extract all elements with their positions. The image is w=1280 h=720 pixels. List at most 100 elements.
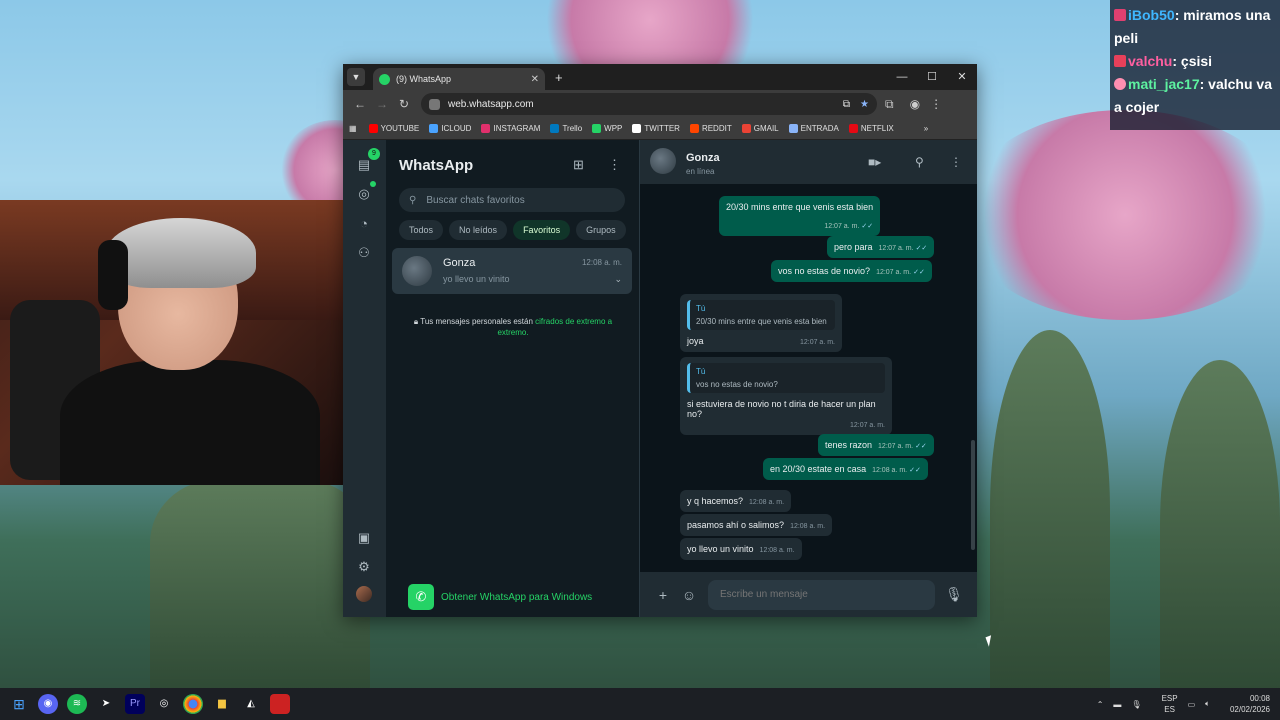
bookmark-icloud[interactable]: ICLOUD [429,124,471,133]
message-text: 20/30 mins entre que venis esta bien [726,202,874,212]
bookmark-youtube[interactable]: YOUTUBE [368,124,419,133]
close-tab-icon[interactable]: ✕ [531,74,539,85]
browser-menu-icon[interactable]: ⋮ [930,97,942,111]
minimize-icon[interactable]: — [887,64,917,90]
extensions-icon[interactable]: ⧉ [885,97,894,112]
url-field[interactable]: web.whatsapp.com ⧉ ★ [421,93,877,115]
attach-plus-icon[interactable]: + [650,587,676,603]
message-time: 12:07 a. m. [849,422,885,429]
tray-chevron-icon[interactable]: ⌃ [1097,700,1104,709]
forward-icon[interactable]: → [371,97,393,111]
message-bubble[interactable]: 20/30 mins entre que venis esta bien 12:… [719,196,881,236]
tab-whatsapp[interactable]: (9) WhatsApp ✕ [373,68,545,90]
chevron-down-icon[interactable]: ⌄ [614,274,622,285]
bookmark-gmail[interactable]: GMAIL [741,124,779,133]
gmail-icon [741,124,751,133]
quote-text: 20/30 mins entre que venis esta bien [696,317,827,326]
chats-icon[interactable]: ▤ [356,157,372,173]
message-bubble[interactable]: y q hacemos? 12:08 a. m. [680,490,792,512]
bookmark-entrada[interactable]: ENTRADA [788,124,839,133]
search-input[interactable]: ⚲ Buscar chats favoritos [399,188,625,212]
app-thumbnail-icon[interactable] [270,694,290,714]
app-icon[interactable]: ◭ [241,694,261,714]
clock[interactable]: 00:08 02/02/2026 [1220,693,1270,715]
microphone-tray-icon[interactable]: 🎙︎ [1131,700,1141,709]
reload-icon[interactable]: ↻ [393,97,415,111]
microphone-icon[interactable]: 🎙︎ [941,586,967,603]
conversation-header[interactable]: Gonza en línea ■▸ ⚲ ⋮ [640,140,977,184]
quoted-message[interactable]: Tú 20/30 mins entre que venis esta bien [687,300,835,330]
chat-list-item[interactable]: Gonza 12:08 a. m. yo llevo un vinito ⌄ [392,248,632,294]
message-bubble[interactable]: Tú vos no estas de novio? si estuviera d… [680,357,892,435]
filter-grupos[interactable]: Grupos [576,220,626,240]
bookmark-trello[interactable]: Trello [550,124,582,133]
volume-icon[interactable]: 🔈︎ [1205,699,1210,709]
clock-time: 00:08 [1249,694,1270,703]
close-window-icon[interactable]: ✕ [947,64,977,90]
status-icon[interactable]: ◎ [356,186,372,202]
app-title: WhatsApp [399,157,474,174]
discord-icon[interactable]: ◉ [38,694,58,714]
profile-icon[interactable]: ◉ [910,97,920,111]
menu-icon[interactable]: ⋮ [608,157,621,173]
new-tab-icon[interactable]: + [555,70,563,85]
apps-grid-icon[interactable]: ▦ [349,124,357,133]
message-time: 12:07 a. m. [878,245,914,252]
message-bubble[interactable]: en 20/30 estate en casa 12:08 a. m. ✓✓ [763,458,928,480]
settings-gear-icon[interactable]: ⚙ [356,559,372,575]
communities-icon[interactable]: ⚇ [356,245,372,261]
maximize-icon[interactable]: ☐ [917,64,947,90]
twitter-icon [632,124,642,133]
message-bubble[interactable]: tenes razon 12:07 a. m. ✓✓ [818,434,934,456]
chrome-icon[interactable] [183,694,203,714]
bookmark-wpp[interactable]: WPP [592,124,622,133]
media-icon[interactable]: ▣ [356,530,372,546]
bookmark-instagram[interactable]: INSTAGRAM [481,124,540,133]
install-app-icon[interactable]: ⧉ [843,99,850,110]
windows-start-icon[interactable]: ⊞ [9,694,29,714]
more-bookmarks-icon[interactable]: » [924,124,928,133]
bookmark-label: Trello [562,124,583,133]
site-info-icon[interactable] [429,98,440,110]
file-explorer-icon[interactable]: ▆ [212,694,232,714]
scrollbar[interactable] [971,440,975,550]
bookmark-twitter[interactable]: TWITTER [632,124,680,133]
channels-icon[interactable]: ◔ [356,216,372,232]
search-icon[interactable]: ⚲ [915,155,924,169]
message-input[interactable] [708,579,935,610]
message-bubble[interactable]: pero para 12:07 a. m. ✓✓ [827,236,935,258]
message-bubble[interactable]: vos no estas de novio? 12:07 a. m. ✓✓ [771,260,932,282]
new-chat-icon[interactable]: ⊞ [573,157,584,173]
bookmark-netflix[interactable]: NETFLIX [848,124,894,133]
quoted-message[interactable]: Tú vos no estas de novio? [687,363,885,393]
tab-search-icon[interactable]: ▼ [347,68,365,86]
tray-app-icon[interactable]: ▬ [1113,700,1121,709]
filter-chips: Todos No leídos Favoritos Grupos [399,220,632,240]
message-bubble[interactable]: Tú 20/30 mins entre que venis esta bien … [680,294,842,352]
obs-icon[interactable]: ◎ [154,694,174,714]
bookmark-reddit[interactable]: REDDIT [689,124,732,133]
sticker-icon[interactable]: ☺ [676,587,702,603]
bookmark-star-icon[interactable]: ★ [860,99,869,110]
spotify-icon[interactable]: ≋ [67,694,87,714]
person-hair [106,218,256,288]
url-text: web.whatsapp.com [448,98,534,110]
filter-no-leidos[interactable]: No leídos [449,220,508,240]
filter-favoritos[interactable]: Favoritos [513,220,571,240]
network-icon[interactable]: ▭ [1188,700,1196,709]
filter-todos[interactable]: Todos [399,220,444,240]
message-bubble[interactable]: pasamos ahí o salimos? 12:08 a. m. [680,514,833,536]
language-indicator[interactable]: ESP ES [1152,693,1178,715]
profile-avatar[interactable] [356,586,372,602]
video-call-icon[interactable]: ■▸ [868,155,881,169]
steam-icon[interactable]: ➤ [96,694,116,714]
back-icon[interactable]: ← [349,97,371,111]
get-whatsapp-windows[interactable]: ✆ Obtener WhatsApp para Windows [408,584,592,610]
message-bubble[interactable]: yo llevo un vinito 12:08 a. m. [680,538,802,560]
browser-window: ▼ (9) WhatsApp ✕ + — ☐ ✕ ← → ↻ web.whats… [343,64,977,617]
message-time: 12:07 a. m. [824,223,860,230]
premiere-icon[interactable]: Pr [125,694,145,714]
message-text: pero para [834,242,873,252]
chat-time: 12:08 a. m. [581,258,622,267]
menu-icon[interactable]: ⋮ [950,155,962,169]
